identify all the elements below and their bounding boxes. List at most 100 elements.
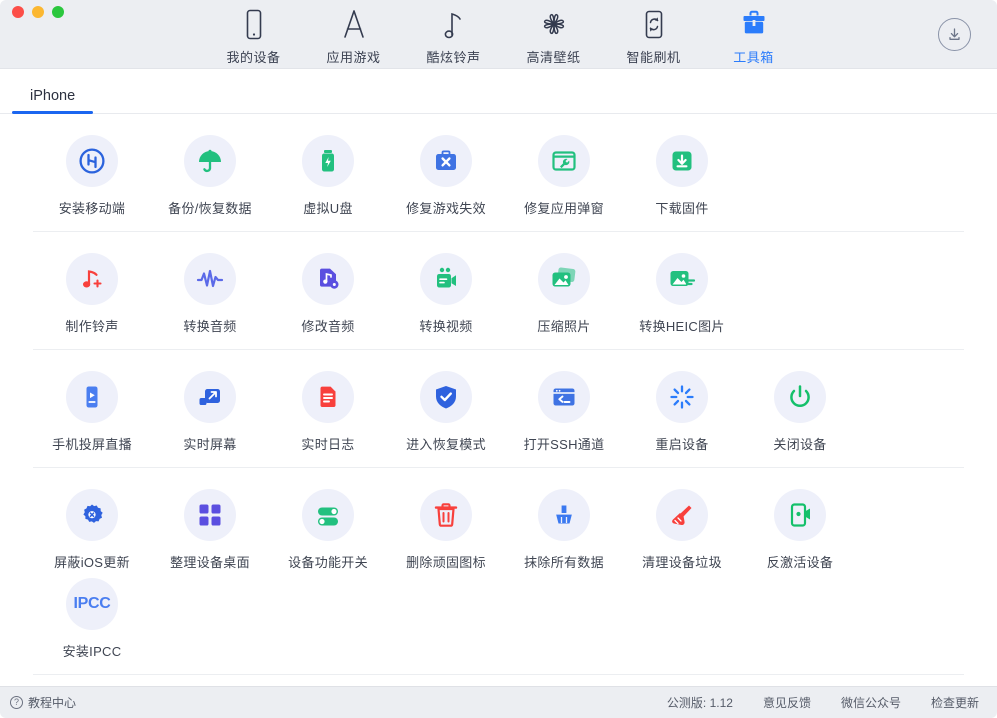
tool-label: 转换HEIC图片 [639, 319, 725, 334]
tool-fix-app-popup[interactable]: 修复应用弹窗 [505, 130, 623, 219]
heic-photo-icon [656, 253, 708, 305]
tool-install-mobile[interactable]: 安装移动端 [33, 130, 151, 219]
usb-flash-icon [302, 135, 354, 187]
tool-block-ios-update[interactable]: 屏蔽iOS更新 [33, 484, 151, 573]
tool-label: 删除顽固图标 [406, 555, 486, 570]
nav-label: 酷炫铃声 [426, 50, 481, 65]
tool-download-firmware[interactable]: 下载固件 [623, 130, 741, 219]
tools-content: 安装移动端 备份/恢复数据 虚拟U盘 修复游戏失效 修复应用弹窗 下载固件 制作… [0, 114, 997, 686]
tool-convert-heic[interactable]: 转换HEIC图片 [623, 248, 741, 337]
check-update-link[interactable]: 检查更新 [931, 694, 979, 711]
toggle-switch-icon [302, 489, 354, 541]
tool-edit-audio[interactable]: 修改音频 [269, 248, 387, 337]
tool-device-feature-toggle[interactable]: 设备功能开关 [269, 484, 387, 573]
screen-cast-icon [66, 371, 118, 423]
tool-shutdown-device[interactable]: 关闭设备 [741, 366, 859, 455]
nav-item-my-device[interactable]: 我的设备 [204, 2, 304, 66]
nav-item-wallpapers[interactable]: 高清壁纸 [504, 2, 604, 66]
tool-realtime-screen[interactable]: 实时屏幕 [151, 366, 269, 455]
wechat-link[interactable]: 微信公众号 [841, 694, 901, 711]
tool-restart-device[interactable]: 重启设备 [623, 366, 741, 455]
tool-label: 手机投屏直播 [52, 437, 132, 452]
video-camera-icon [420, 253, 472, 305]
tool-label: 反激活设备 [766, 555, 834, 570]
tutorial-center-label: 教程中心 [28, 696, 77, 710]
audio-file-gear-icon [302, 253, 354, 305]
nav-item-apps-games[interactable]: 应用游戏 [304, 2, 404, 66]
close-window-button[interactable] [12, 6, 24, 18]
nav-label: 我的设备 [226, 50, 281, 65]
grid-squares-icon [184, 489, 236, 541]
tab-label: iPhone [30, 88, 76, 104]
question-mark-icon: ? [10, 696, 23, 709]
tool-label: 备份/恢复数据 [168, 201, 252, 216]
log-file-icon [302, 371, 354, 423]
nav-item-flash-device[interactable]: 智能刷机 [604, 2, 704, 66]
tool-label: 抹除所有数据 [524, 555, 604, 570]
ipcc-text: IPCC [73, 595, 111, 612]
tool-label: 修改音频 [301, 319, 355, 334]
app-window: 我的设备 应用游戏 酷炫铃声 高清壁纸 智能刷机 工具箱 iPhone 安装移动… [0, 0, 997, 718]
tool-label: 修复应用弹窗 [524, 201, 604, 216]
power-off-icon [774, 371, 826, 423]
device-deactivate-icon [774, 489, 826, 541]
tool-deactivate-device[interactable]: 反激活设备 [741, 484, 859, 573]
tool-label: 实时日志 [301, 437, 355, 452]
tool-make-ringtone[interactable]: 制作铃声 [33, 248, 151, 337]
tutorial-center-link[interactable]: ? 教程中心 [10, 694, 76, 711]
gear-block-icon [66, 489, 118, 541]
tool-erase-all-data[interactable]: 抹除所有数据 [505, 484, 623, 573]
terminal-icon [538, 371, 590, 423]
tool-organize-desktop[interactable]: 整理设备桌面 [151, 484, 269, 573]
photos-icon [538, 253, 590, 305]
tool-virtual-udisk[interactable]: 虚拟U盘 [269, 130, 387, 219]
status-bar-actions: 公测版: 1.12 意见反馈 微信公众号 检查更新 [667, 694, 979, 711]
compass-icon [340, 8, 368, 40]
maximize-window-button[interactable] [52, 6, 64, 18]
tool-fix-game[interactable]: 修复游戏失效 [387, 130, 505, 219]
tool-label: 安装移动端 [58, 201, 126, 216]
tool-delete-stubborn-icons[interactable]: 删除顽固图标 [387, 484, 505, 573]
media-section: 制作铃声 转换音频 修改音频 转换视频 压缩照片 转换HEIC图片 [33, 231, 964, 349]
status-bar: ? 教程中心 公测版: 1.12 意见反馈 微信公众号 检查更新 [0, 686, 997, 718]
tool-install-ipcc[interactable]: IPCC 安装IPCC [33, 573, 151, 662]
tool-label: 安装IPCC [62, 644, 122, 659]
tool-open-ssh[interactable]: 打开SSH通道 [505, 366, 623, 455]
tool-label: 修复游戏失效 [406, 201, 486, 216]
tool-backup-restore[interactable]: 备份/恢复数据 [151, 130, 269, 219]
tool-screen-cast-live[interactable]: 手机投屏直播 [33, 366, 151, 455]
tool-label: 重启设备 [655, 437, 709, 452]
tool-label: 关闭设备 [773, 437, 827, 452]
toolbox-fix-icon [420, 135, 472, 187]
system-management-section: 屏蔽iOS更新 整理设备桌面 设备功能开关 删除顽固图标 抹除所有数据 清理设备… [33, 467, 964, 674]
tool-realtime-log[interactable]: 实时日志 [269, 366, 387, 455]
umbrella-icon [184, 135, 236, 187]
nav-item-toolbox[interactable]: 工具箱 [704, 2, 804, 66]
music-note-icon [442, 8, 466, 40]
tool-label: 设备功能开关 [288, 555, 368, 570]
tab-iphone[interactable]: iPhone [12, 88, 94, 114]
phone-icon [242, 8, 266, 40]
downloads-button[interactable] [938, 18, 971, 51]
tool-convert-video[interactable]: 转换视频 [387, 248, 505, 337]
minimize-window-button[interactable] [32, 6, 44, 18]
tool-label: 压缩照片 [537, 319, 591, 334]
nav-item-ringtones[interactable]: 酷炫铃声 [404, 2, 504, 66]
tool-label: 制作铃声 [65, 319, 119, 334]
tool-label: 打开SSH通道 [523, 437, 605, 452]
app-install-icon [66, 135, 118, 187]
shield-check-icon [420, 371, 472, 423]
title-bar: 我的设备 应用游戏 酷炫铃声 高清壁纸 智能刷机 工具箱 [0, 0, 997, 69]
feedback-link[interactable]: 意见反馈 [763, 694, 811, 711]
tool-clean-junk[interactable]: 清理设备垃圾 [623, 484, 741, 573]
install-backup-section: 安装移动端 备份/恢复数据 虚拟U盘 修复游戏失效 修复应用弹窗 下载固件 [33, 114, 964, 231]
tool-enter-recovery-mode[interactable]: 进入恢复模式 [387, 366, 505, 455]
tool-convert-audio[interactable]: 转换音频 [151, 248, 269, 337]
toolbox-icon [740, 8, 768, 40]
refresh-phone-icon [642, 8, 666, 40]
advanced-section: 破解时间限额 跳过设置向导 虚拟定位 备份引导区数据 [33, 674, 964, 686]
trash-icon [420, 489, 472, 541]
tool-compress-photo[interactable]: 压缩照片 [505, 248, 623, 337]
tool-label: 实时屏幕 [183, 437, 237, 452]
tool-label: 转换视频 [419, 319, 473, 334]
